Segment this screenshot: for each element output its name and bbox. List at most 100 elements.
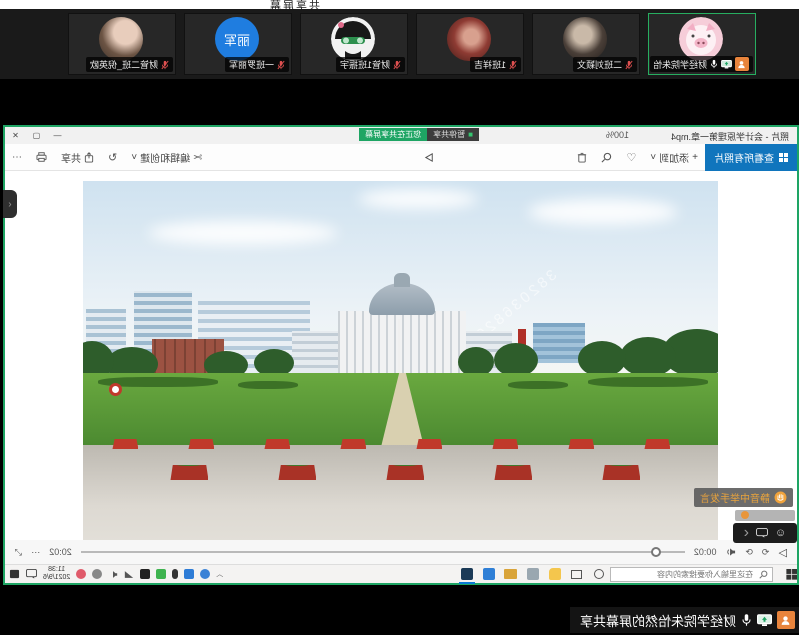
task-view-button[interactable] [566, 565, 588, 584]
participant-name: 一班罗丽军 [229, 58, 274, 71]
emoji-icon[interactable]: ☺ [775, 527, 786, 539]
cloud [359, 189, 479, 209]
zoom-level: 100% [606, 130, 629, 140]
collapse-arrow-icon[interactable]: ‹ [744, 524, 749, 542]
participants-row: 财经学院朱怡... 二班刘颖文 1班祥吉 财管1班振宇 丽军 [0, 9, 799, 79]
bottom-band: 财经学院朱怡然的屏幕共享 [0, 585, 799, 635]
toast-text: 静音中举手发言 [700, 490, 770, 505]
player-more-button[interactable]: ⋯ [31, 547, 40, 558]
participant-tile[interactable]: 财管1班振宇 [300, 13, 408, 75]
planter [569, 439, 595, 449]
participant-avatar [99, 17, 143, 61]
participant-tile[interactable]: 财管二班_倪英欧 [68, 13, 176, 75]
planter-large [171, 465, 209, 480]
participant-tile[interactable]: 1班祥吉 [416, 13, 524, 75]
rotate-button[interactable]: ↻ [101, 151, 124, 164]
see-all-photos-button[interactable]: 查看所有照片 [705, 144, 797, 171]
windows-logo-icon [786, 569, 797, 580]
crop-icon: ✂ [193, 151, 202, 164]
pictures-app-button[interactable] [478, 565, 500, 584]
file-explorer-button[interactable] [544, 565, 566, 584]
grid-icon [779, 153, 788, 162]
tray-volume-icon[interactable] [108, 570, 118, 579]
screen-share-label-bar: 财经学院朱怡然的屏幕共享 [570, 607, 799, 633]
slideshow-icon[interactable] [424, 152, 435, 163]
start-button[interactable] [773, 569, 797, 580]
favorite-button[interactable]: ♡ [619, 151, 643, 164]
avatar-text: 丽军 [224, 30, 250, 49]
video-controls: ▷ ⟲ ⟳ 00:02 20:02 ⋯ ⤢ [5, 540, 797, 564]
pig-avatar [679, 17, 723, 61]
rotate-icon: ↻ [108, 151, 117, 164]
action-center-icon[interactable] [9, 569, 20, 579]
maximize-button[interactable]: ▢ [26, 127, 47, 144]
share-button[interactable]: 共享 [54, 150, 101, 165]
play-button[interactable]: ▷ [779, 546, 787, 559]
planter-large [279, 465, 317, 480]
tray-mic-icon[interactable] [172, 569, 178, 579]
pause-share-button[interactable]: ■暂停共享 [427, 128, 479, 141]
tray-app-blue-circle[interactable] [200, 569, 210, 579]
seek-bar[interactable] [81, 551, 685, 553]
participant-tile[interactable]: 二班刘颖文 [532, 13, 640, 75]
cortana-button[interactable] [588, 565, 610, 584]
taskbar-search[interactable] [610, 567, 773, 582]
tray-app-red[interactable] [76, 569, 86, 579]
current-time: 00:02 [694, 547, 717, 557]
search-input[interactable] [625, 569, 755, 580]
delete-button[interactable] [570, 152, 594, 163]
participant-tile[interactable]: 丽军 一班罗丽军 [184, 13, 292, 75]
edit-create-button[interactable]: ✂ 编辑和创建˅ [124, 150, 209, 165]
tray-network-icon[interactable] [124, 570, 134, 579]
close-button[interactable]: ✕ [5, 127, 26, 144]
planter-large [495, 465, 533, 480]
app-store-button[interactable] [500, 565, 522, 584]
hand-icon [774, 491, 787, 504]
member-role-icon [735, 57, 749, 71]
initials-avatar: 丽军 [215, 17, 259, 61]
top-window-strip: 共享屏幕 [0, 0, 799, 9]
seek-thumb[interactable] [651, 547, 661, 557]
windows-taskbar: ︿ 11:382021/9/6 [5, 564, 797, 583]
mic-muted-icon [509, 60, 517, 70]
skip-forward-button[interactable]: ⟳ [745, 547, 753, 558]
system-tray: ︿ 11:382021/9/6 [5, 566, 223, 582]
mic-icon [741, 613, 752, 627]
hedge [509, 381, 569, 389]
zoom-button[interactable] [594, 152, 619, 163]
volume-icon[interactable] [725, 547, 736, 557]
add-to-button[interactable]: +添加到˅ [643, 150, 705, 165]
tray-expand-arrow[interactable]: ︿ [216, 569, 223, 579]
planter [113, 439, 139, 449]
taskbar-clock[interactable]: 11:382021/9/6 [43, 566, 70, 582]
app-grey-button[interactable] [522, 565, 544, 584]
mic-muted-icon [277, 60, 285, 70]
hedge [239, 381, 299, 389]
chat-icon[interactable] [756, 528, 768, 538]
tray-app-dark[interactable] [140, 569, 150, 579]
skip-back-button[interactable]: ⟲ [762, 547, 770, 558]
share-label-text: 财经学院朱怡然的屏幕共享 [580, 611, 736, 630]
photos-app-button-active[interactable] [456, 565, 478, 584]
participant-tile-self[interactable]: 财经学院朱怡... [648, 13, 756, 75]
sidebar-collapse-tab[interactable]: ‹ [3, 190, 17, 218]
share-control-pills: ■暂停共享 您正在共享屏幕 [359, 128, 479, 141]
main-building-wing [293, 331, 341, 373]
fullscreen-button[interactable]: ⤢ [15, 547, 22, 558]
flagpole [399, 319, 401, 375]
mic-muted-icon [393, 60, 401, 70]
photos-toolbar: 查看所有照片 +添加到˅ ♡ ✂ 编辑和创建˅ [5, 144, 797, 171]
tray-app-blue[interactable] [184, 569, 194, 579]
ime-chat-icon[interactable] [26, 569, 37, 579]
dome-cupola [395, 273, 411, 287]
member-role-icon [777, 611, 795, 629]
minimize-button[interactable]: — [47, 127, 68, 144]
search-icon [759, 570, 768, 579]
hand-dot-icon [741, 511, 749, 519]
trash-icon [577, 152, 587, 163]
print-button[interactable] [29, 152, 54, 162]
tray-app-green[interactable] [156, 569, 166, 579]
meeting-mini-toolbar[interactable]: ☺ ‹ [733, 523, 797, 543]
tray-globe-icon[interactable] [92, 569, 102, 579]
see-more-button[interactable]: ⋯ [5, 152, 29, 163]
